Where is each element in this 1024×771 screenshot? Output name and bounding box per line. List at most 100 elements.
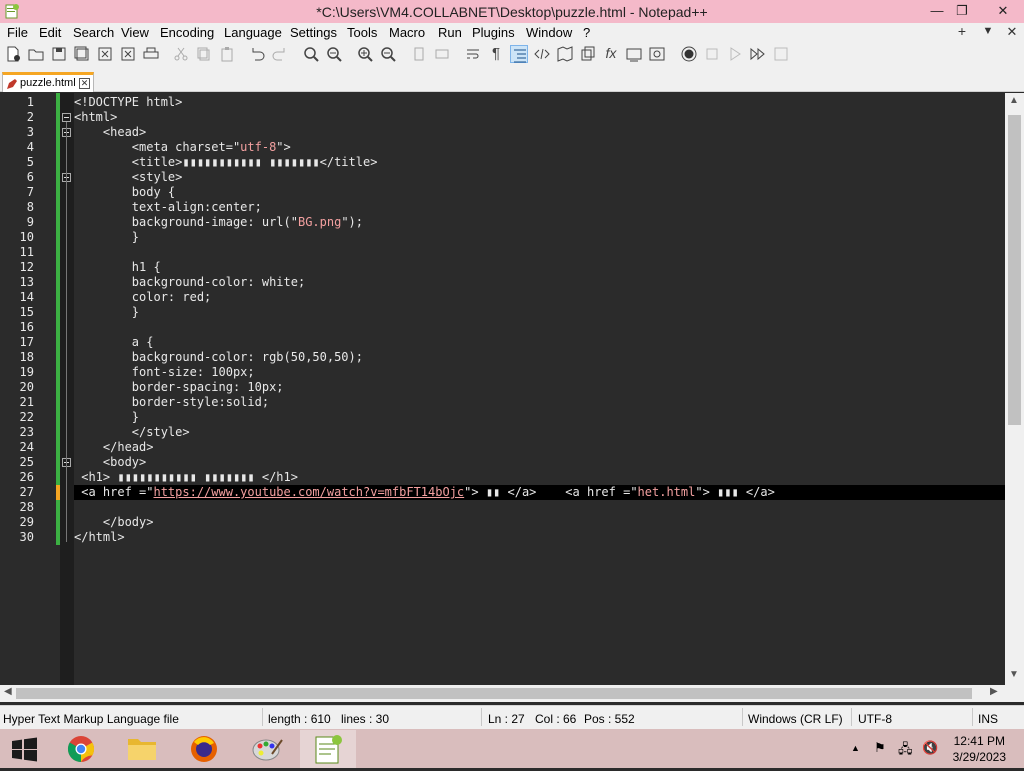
vertical-scrollbar[interactable]: ▲ ▼	[1005, 93, 1024, 685]
vertical-scroll-thumb[interactable]	[1008, 115, 1021, 425]
menu-settings[interactable]: Settings	[290, 25, 337, 40]
close-file-icon[interactable]	[96, 45, 114, 63]
code-line[interactable]: a {	[74, 335, 154, 350]
tab-puzzle-html[interactable]: puzzle.html ✕	[2, 72, 94, 92]
taskbar-notepad-plus-plus[interactable]	[300, 730, 356, 768]
close-window-button[interactable]: ✕	[986, 0, 1020, 23]
menu-view[interactable]: View	[121, 25, 149, 40]
show-all-characters-icon[interactable]: ¶	[487, 45, 505, 63]
menu-plugins[interactable]: Plugins	[472, 25, 515, 40]
word-wrap-icon[interactable]	[464, 45, 482, 63]
action-center-flag-icon[interactable]: ⚑	[874, 740, 886, 756]
menu-run[interactable]: Run	[438, 25, 462, 40]
code-line[interactable]: }	[74, 230, 139, 245]
code-area[interactable]: <!DOCTYPE html> <html> <head> <meta chars…	[74, 93, 1005, 685]
code-line[interactable]: <title>▮▮▮▮▮▮▮▮▮▮▮ ▮▮▮▮▮▮▮</title>	[74, 155, 378, 170]
undo-icon[interactable]	[248, 45, 266, 63]
new-tab-button[interactable]: +	[952, 23, 972, 39]
menu-search[interactable]: Search	[73, 25, 114, 40]
menu-edit[interactable]: Edit	[39, 25, 61, 40]
code-line[interactable]: font-size: 100px;	[74, 365, 255, 380]
code-line[interactable]: text-align:center;	[74, 200, 262, 215]
close-tab-menu-button[interactable]: ✕	[1002, 24, 1022, 40]
print-icon[interactable]	[142, 45, 160, 63]
system-clock[interactable]: 12:41 PM 3/29/2023	[953, 733, 1006, 765]
code-line[interactable]: }	[74, 410, 139, 425]
menu-help[interactable]: ?	[583, 25, 590, 40]
save-all-icon[interactable]	[73, 45, 91, 63]
code-line[interactable]: <a href ="https://www.youtube.com/watch?…	[74, 485, 775, 500]
code-line[interactable]: background-image: url("BG.png");	[74, 215, 363, 230]
menu-macro[interactable]: Macro	[389, 25, 425, 40]
stop-recording-icon[interactable]	[703, 45, 721, 63]
close-tab-icon[interactable]: ✕	[79, 78, 90, 89]
copy-icon[interactable]	[195, 45, 213, 63]
code-line[interactable]: h1 {	[74, 260, 161, 275]
fold-toggle-icon[interactable]	[62, 113, 71, 122]
code-line[interactable]: </head>	[74, 440, 154, 455]
open-file-icon[interactable]	[27, 45, 45, 63]
find-icon[interactable]	[302, 45, 320, 63]
menu-file[interactable]: File	[7, 25, 28, 40]
function-list-icon[interactable]: fx	[602, 45, 620, 63]
new-file-icon[interactable]	[4, 45, 22, 63]
zoom-in-icon[interactable]	[356, 45, 374, 63]
scroll-up-icon[interactable]: ▲	[1009, 95, 1019, 106]
scroll-left-icon[interactable]: ◀	[4, 686, 12, 697]
document-list-icon[interactable]	[579, 45, 597, 63]
code-line[interactable]: }	[74, 305, 139, 320]
menu-window[interactable]: Window	[526, 25, 572, 40]
zoom-out-icon[interactable]	[379, 45, 397, 63]
code-line[interactable]: border-spacing: 10px;	[74, 380, 284, 395]
volume-muted-icon[interactable]: 🔇	[922, 740, 938, 756]
code-line[interactable]: </style>	[74, 425, 190, 440]
start-button[interactable]	[0, 730, 48, 768]
redo-icon[interactable]	[271, 45, 289, 63]
code-line[interactable]: </html>	[74, 530, 125, 545]
save-macro-icon[interactable]	[772, 45, 790, 63]
code-line[interactable]: <body>	[74, 455, 146, 470]
record-macro-icon[interactable]	[680, 45, 698, 63]
code-line[interactable]: <html>	[74, 110, 117, 125]
code-line[interactable]: background-color: rgb(50,50,50);	[74, 350, 363, 365]
code-line[interactable]: border-style:solid;	[74, 395, 269, 410]
editor[interactable]: 1 2 3 4 5 6 7 8 9 10 11 12 13 14 15 16 17 18 19 20 21 22 23 24 2…	[0, 93, 1005, 685]
save-icon[interactable]	[50, 45, 68, 63]
code-line[interactable]: <style>	[74, 170, 183, 185]
code-line[interactable]: <meta charset="utf-8">	[74, 140, 291, 155]
code-line[interactable]: body {	[74, 185, 175, 200]
run-macro-multiple-icon[interactable]	[749, 45, 767, 63]
scroll-down-icon[interactable]: ▼	[1009, 669, 1019, 680]
paste-icon[interactable]	[218, 45, 236, 63]
code-line[interactable]: </body>	[74, 515, 154, 530]
show-hidden-icons-icon[interactable]: ▲	[851, 743, 860, 753]
taskbar-paint[interactable]	[238, 730, 294, 768]
close-all-icon[interactable]	[119, 45, 137, 63]
restore-button[interactable]: ❐	[947, 0, 977, 23]
code-line[interactable]: background-color: white;	[74, 275, 305, 290]
code-line[interactable]: color: red;	[74, 290, 211, 305]
sync-horizontal-icon[interactable]	[433, 45, 451, 63]
network-icon[interactable]: 🖧	[898, 740, 913, 762]
cut-icon[interactable]	[172, 45, 190, 63]
folder-as-workspace-icon[interactable]	[625, 45, 643, 63]
scroll-right-icon[interactable]: ▶	[990, 686, 998, 697]
html-tag-icon[interactable]	[533, 45, 551, 63]
code-line[interactable]: <h1> ▮▮▮▮▮▮▮▮▮▮▮ ▮▮▮▮▮▮▮ </h1>	[74, 470, 298, 485]
play-macro-icon[interactable]	[726, 45, 744, 63]
taskbar-firefox[interactable]	[176, 730, 232, 768]
document-map-icon[interactable]	[556, 45, 574, 63]
horizontal-scroll-thumb[interactable]	[16, 688, 972, 699]
indent-guide-icon[interactable]	[510, 45, 528, 63]
taskbar-chrome[interactable]	[53, 730, 109, 768]
menu-encoding[interactable]: Encoding	[160, 25, 214, 40]
code-line[interactable]: <!DOCTYPE html>	[74, 95, 182, 110]
menu-tools[interactable]: Tools	[347, 25, 377, 40]
horizontal-scrollbar[interactable]: ◀ ▶	[0, 685, 1005, 702]
monitoring-icon[interactable]	[648, 45, 666, 63]
code-line[interactable]: <head>	[74, 125, 146, 140]
taskbar-file-explorer[interactable]	[114, 730, 170, 768]
tab-list-button[interactable]: ▼	[978, 25, 998, 37]
replace-icon[interactable]	[325, 45, 343, 63]
menu-language[interactable]: Language	[224, 25, 282, 40]
